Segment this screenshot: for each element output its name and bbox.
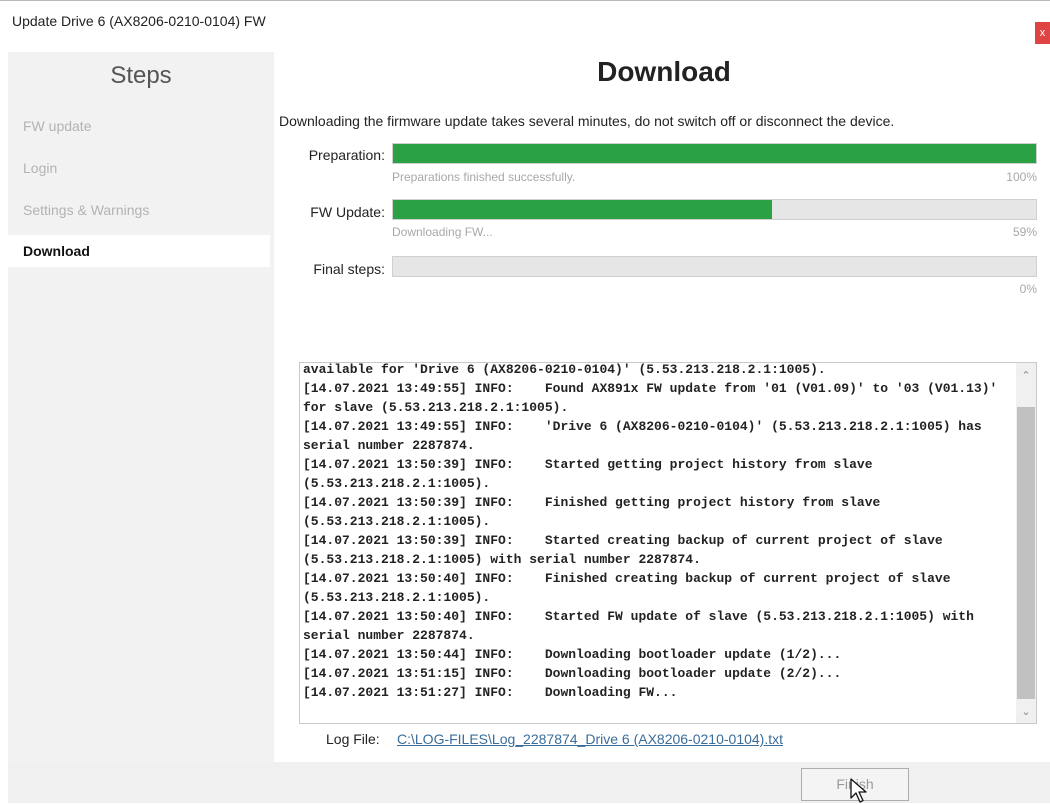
log-text: available for 'Drive 6 (AX8206-0210-0104… bbox=[303, 362, 1015, 702]
log-file-label: Log File: bbox=[326, 731, 380, 747]
sidebar-item-login[interactable]: Login bbox=[8, 152, 270, 184]
mouse-cursor-icon bbox=[850, 778, 867, 803]
title-bar: Update Drive 6 (AX8206-0210-0104) FW bbox=[0, 0, 1050, 42]
download-description: Downloading the firmware update takes se… bbox=[279, 113, 895, 129]
log-line: [14.07.2021 13:50:39] INFO: Finished get… bbox=[303, 495, 889, 529]
fw-update-label: FW Update: bbox=[310, 204, 385, 220]
window-title: Update Drive 6 (AX8206-0210-0104) FW bbox=[12, 13, 266, 29]
scroll-thumb[interactable] bbox=[1017, 407, 1035, 699]
close-button[interactable]: x bbox=[1035, 22, 1050, 44]
log-file-link[interactable]: C:\LOG-FILES\Log_2287874_Drive 6 (AX8206… bbox=[397, 731, 783, 747]
preparation-percent: 100% bbox=[1006, 170, 1037, 184]
sidebar-item-fw-update[interactable]: FW update bbox=[8, 110, 270, 142]
page-title: Download bbox=[597, 56, 731, 87]
fw-update-progress-bar bbox=[392, 199, 1037, 220]
preparation-progress-bar bbox=[392, 143, 1037, 164]
steps-title: Steps bbox=[110, 62, 172, 89]
scroll-down-icon[interactable]: ⌄ bbox=[1016, 701, 1036, 723]
log-line: [14.07.2021 13:50:40] INFO: Started FW u… bbox=[303, 609, 982, 643]
log-line: [14.07.2021 13:51:15] INFO: Downloading … bbox=[303, 666, 842, 681]
sidebar-item-settings-warnings[interactable]: Settings & Warnings bbox=[8, 194, 270, 226]
scroll-up-icon[interactable]: ⌃ bbox=[1016, 365, 1036, 387]
fw-update-percent: 59% bbox=[1012, 225, 1037, 239]
final-steps-percent: 0% bbox=[1019, 282, 1037, 296]
log-line: [14.07.2021 13:50:39] INFO: Started crea… bbox=[303, 533, 951, 567]
log-line: available for 'Drive 6 (AX8206-0210-0104… bbox=[303, 362, 826, 377]
log-line: [14.07.2021 13:50:44] INFO: Downloading … bbox=[303, 647, 842, 662]
log-scrollbar[interactable]: ⌃ ⌄ bbox=[1016, 363, 1036, 723]
preparation-progress-fill bbox=[393, 144, 1036, 163]
final-steps-progress-bar bbox=[392, 256, 1037, 277]
final-steps-label: Final steps: bbox=[313, 261, 385, 277]
log-line: [14.07.2021 13:49:55] INFO: 'Drive 6 (AX… bbox=[303, 419, 990, 453]
log-line: [14.07.2021 13:50:40] INFO: Finished cre… bbox=[303, 571, 959, 605]
log-output[interactable]: available for 'Drive 6 (AX8206-0210-0104… bbox=[299, 362, 1037, 724]
preparation-status: Preparations finished successfully. bbox=[392, 170, 576, 184]
preparation-label: Preparation: bbox=[308, 147, 385, 163]
fw-update-progress-fill bbox=[393, 200, 773, 219]
log-line: [14.07.2021 13:49:55] INFO: Found AX891x… bbox=[303, 381, 1006, 415]
fw-update-status: Downloading FW... bbox=[392, 225, 493, 239]
log-line: [14.07.2021 13:51:27] INFO: Downloading … bbox=[303, 685, 678, 700]
steps-sidebar: Steps FW update Login Settings & Warning… bbox=[8, 52, 274, 762]
sidebar-item-download[interactable]: Download bbox=[8, 235, 270, 267]
log-line: [14.07.2021 13:50:39] INFO: Started gett… bbox=[303, 457, 881, 491]
